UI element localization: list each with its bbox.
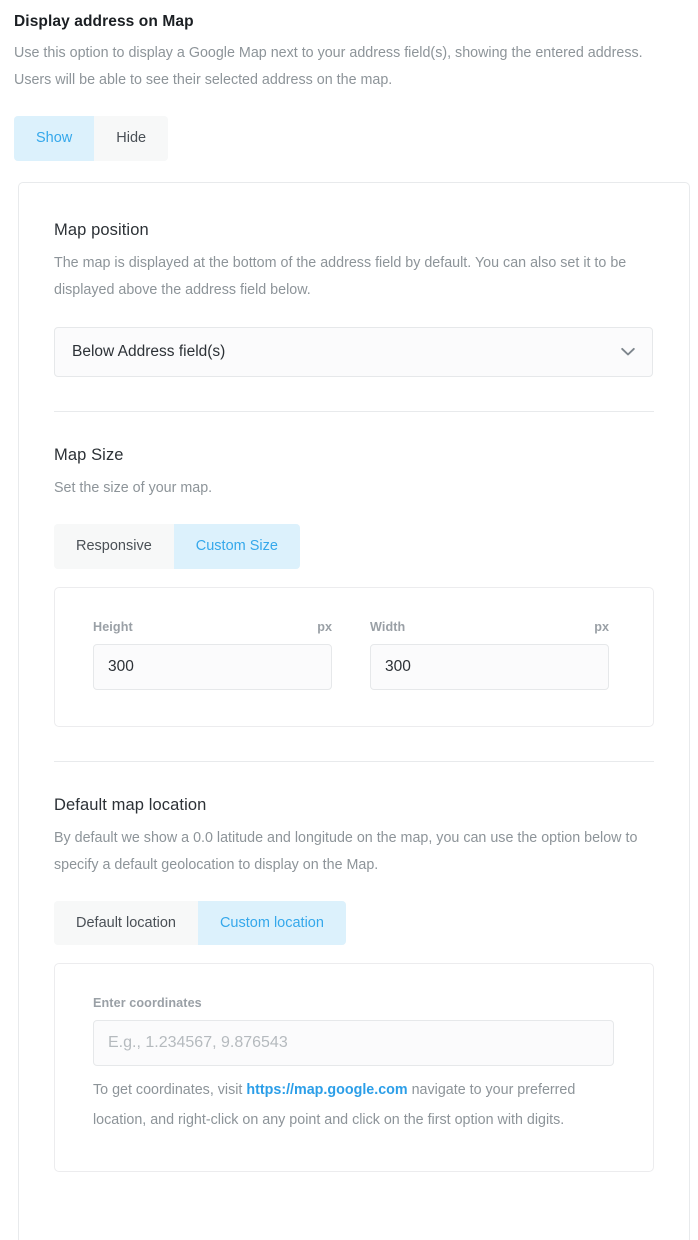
toggle-custom-location-button[interactable]: Custom location bbox=[198, 901, 346, 946]
map-size-toggle-group: Responsive Custom Size bbox=[54, 524, 300, 569]
toggle-show-button[interactable]: Show bbox=[14, 116, 94, 161]
coordinates-subcard: Enter coordinates To get coordinates, vi… bbox=[54, 963, 654, 1172]
toggle-hide-button[interactable]: Hide bbox=[94, 116, 168, 161]
default-map-location-title: Default map location bbox=[54, 794, 654, 816]
coordinates-label: Enter coordinates bbox=[93, 996, 202, 1010]
height-label: Height bbox=[93, 620, 133, 634]
toggle-default-location-button[interactable]: Default location bbox=[54, 901, 198, 946]
height-unit: px bbox=[317, 620, 332, 634]
page-description: Use this option to display a Google Map … bbox=[14, 40, 654, 94]
default-map-location-block: Default map location By default we show … bbox=[54, 794, 654, 1173]
map-size-title: Map Size bbox=[54, 444, 654, 466]
width-input[interactable] bbox=[370, 644, 609, 690]
divider-map-size bbox=[54, 761, 654, 762]
height-field-group: Height px bbox=[93, 620, 332, 690]
map-size-subcard: Height px Width px bbox=[54, 587, 654, 727]
map-position-select[interactable]: Below Address field(s) bbox=[54, 327, 653, 377]
coordinates-hint: To get coordinates, visit https://map.go… bbox=[93, 1075, 615, 1135]
coordinates-input[interactable] bbox=[93, 1020, 614, 1066]
hint-text-before: To get coordinates, visit bbox=[93, 1082, 246, 1098]
toggle-custom-size-button[interactable]: Custom Size bbox=[174, 524, 300, 569]
height-input[interactable] bbox=[93, 644, 332, 690]
map-size-description: Set the size of your map. bbox=[54, 475, 654, 502]
display-address-toggle-group: Show Hide bbox=[14, 116, 168, 161]
width-unit: px bbox=[594, 620, 609, 634]
width-label: Width bbox=[370, 620, 405, 634]
settings-page: Display address on Map Use this option t… bbox=[0, 0, 698, 1240]
map-position-title: Map position bbox=[54, 219, 654, 241]
google-map-link[interactable]: https://map.google.com bbox=[246, 1082, 407, 1098]
map-size-block: Map Size Set the size of your map. Respo… bbox=[54, 444, 654, 727]
map-position-description: The map is displayed at the bottom of th… bbox=[54, 250, 654, 304]
map-position-block: Map position The map is displayed at the… bbox=[54, 219, 654, 377]
toggle-responsive-button[interactable]: Responsive bbox=[54, 524, 174, 569]
default-map-location-description: By default we show a 0.0 latitude and lo… bbox=[54, 825, 654, 879]
width-field-group: Width px bbox=[370, 620, 609, 690]
map-location-toggle-group: Default location Custom location bbox=[54, 901, 346, 946]
divider-map-position bbox=[54, 411, 654, 412]
display-address-section: Display address on Map Use this option t… bbox=[0, 0, 698, 161]
page-title: Display address on Map bbox=[14, 12, 684, 32]
map-position-select-value[interactable]: Below Address field(s) bbox=[54, 327, 653, 377]
map-settings-panel: Map position The map is displayed at the… bbox=[18, 182, 690, 1240]
